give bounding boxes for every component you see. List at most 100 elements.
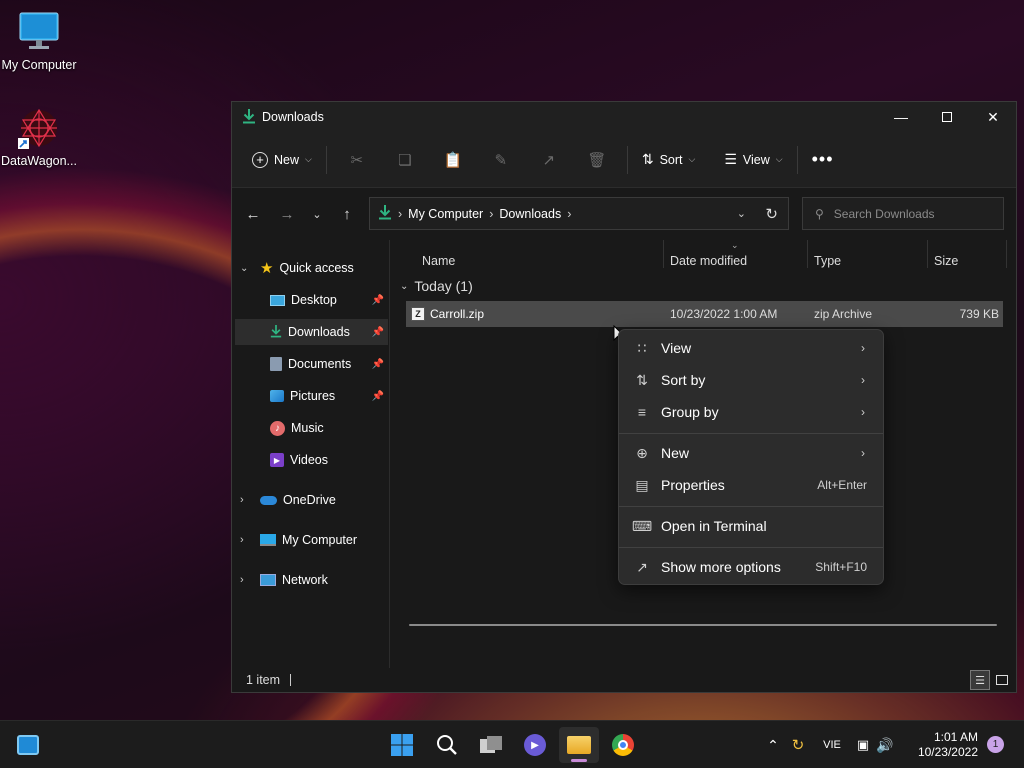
copy-icon[interactable]: ❏ — [381, 144, 429, 176]
pin-icon[interactable]: 📌 — [372, 359, 384, 370]
chrome-button[interactable] — [603, 727, 643, 763]
sort-label: Sort — [659, 152, 683, 167]
item-count: 1 item — [246, 673, 281, 687]
menu-item-shortcut: Shift+F10 — [815, 560, 867, 574]
column-header-type[interactable]: Type — [814, 254, 841, 268]
network-status-icon[interactable]: ▣ — [852, 737, 874, 753]
menu-item-open-in-terminal[interactable]: ⌨ Open in Terminal — [623, 511, 879, 541]
address-bar[interactable]: › My Computer › Downloads › ⌄ ↻ — [369, 197, 789, 230]
notification-count: 1 — [992, 739, 999, 750]
widgets-button[interactable] — [8, 727, 48, 763]
refresh-icon[interactable]: ↻ — [765, 205, 778, 223]
start-button[interactable] — [382, 727, 422, 763]
menu-item-view[interactable]: ∷ View › — [623, 333, 879, 363]
sidebar-item-label: Documents — [288, 357, 352, 371]
up-arrow-icon[interactable]: ↑ — [330, 199, 364, 229]
close-button[interactable]: ✕ — [970, 102, 1016, 132]
file-row[interactable]: Z Carroll.zip 10/23/2022 1:00 AM zip Arc… — [406, 301, 1003, 327]
menu-item-shortcut: Alt+Enter — [817, 478, 867, 492]
breadcrumb-downloads[interactable]: Downloads — [499, 207, 561, 221]
maximize-button[interactable] — [924, 102, 970, 132]
status-bar: 1 item ☰ — [232, 668, 1016, 692]
notification-badge[interactable]: 1 — [987, 736, 1004, 753]
menu-item-label: Properties — [661, 477, 725, 493]
clock[interactable]: 1:01 AM 10/23/2022 — [908, 730, 978, 760]
sidebar-item-label: OneDrive — [283, 493, 336, 507]
column-header-size[interactable]: Size — [934, 254, 958, 268]
toolbar-divider — [325, 145, 327, 174]
rename-icon[interactable]: ✎ — [477, 144, 525, 176]
new-label: New — [274, 152, 300, 167]
file-explorer-taskbar-button[interactable] — [559, 727, 599, 763]
back-arrow-icon[interactable]: ← — [236, 199, 270, 229]
volume-icon[interactable]: 🔊 — [874, 737, 896, 754]
forward-arrow-icon[interactable]: → — [270, 199, 304, 229]
pin-icon[interactable]: 📌 — [372, 327, 384, 338]
task-view-button[interactable] — [471, 727, 511, 763]
desktop-icon-my-computer[interactable]: My Computer — [0, 10, 78, 72]
menu-item-show-more-options[interactable]: ↗ Show more options Shift+F10 — [623, 552, 879, 582]
column-divider[interactable] — [663, 240, 664, 268]
horizontal-scrollbar[interactable] — [409, 624, 997, 626]
group-header[interactable]: ⌄ Today (1) — [400, 278, 473, 294]
menu-item-new[interactable]: ⊕ New › — [623, 438, 879, 468]
menu-item-sort-by[interactable]: ⇅ Sort by › — [623, 365, 879, 395]
view-list-icon: ☰ — [724, 151, 737, 167]
column-header-date-modified[interactable]: Date modified — [670, 254, 747, 268]
sync-icon[interactable]: ↻ — [784, 736, 812, 754]
more-options-button[interactable]: ••• — [804, 144, 842, 176]
pictures-icon — [270, 390, 284, 402]
sort-indicator-icon: ⌄ — [731, 240, 739, 250]
sort-button[interactable]: ⇅ Sort ⌵ — [634, 144, 704, 176]
column-divider[interactable] — [807, 240, 808, 268]
details-view-button[interactable]: ☰ — [970, 670, 990, 690]
paste-icon[interactable]: 📋 — [429, 144, 477, 176]
sidebar-item-documents[interactable]: Documents 📌 — [270, 351, 388, 377]
status-divider — [290, 674, 292, 686]
sidebar-item-music[interactable]: ♪ Music — [270, 415, 324, 441]
sort-icon: ⇅ — [636, 371, 648, 388]
search-box[interactable]: ⚲ Search Downloads — [802, 197, 1004, 230]
menu-item-properties[interactable]: ▤ Properties Alt+Enter — [623, 470, 879, 500]
minimize-button[interactable]: — — [878, 102, 924, 132]
sidebar-item-downloads[interactable]: Downloads 📌 — [235, 319, 388, 345]
clock-date: 10/23/2022 — [917, 745, 978, 759]
sidebar-item-label: Quick access — [279, 261, 354, 275]
breadcrumb-separator-icon: › — [489, 206, 494, 221]
column-divider[interactable] — [927, 240, 928, 268]
column-divider[interactable] — [1006, 240, 1007, 268]
address-history-chevron-icon[interactable]: ⌄ — [737, 207, 746, 220]
chevron-right-icon: › — [861, 446, 865, 460]
pin-icon[interactable]: 📌 — [372, 295, 384, 306]
tiles-view-button[interactable] — [992, 670, 1012, 690]
desktop-icon-datawagon[interactable]: DataWagon... — [0, 106, 78, 168]
music-icon: ♪ — [270, 420, 285, 436]
menu-divider — [619, 547, 883, 548]
widgets-icon — [17, 735, 39, 755]
sidebar-item-onedrive[interactable]: › OneDrive — [240, 487, 336, 513]
menu-item-group-by[interactable]: ≡ Group by › — [623, 397, 879, 427]
cloud-icon — [260, 495, 277, 505]
language-indicator[interactable]: VIE — [812, 739, 852, 751]
search-button[interactable] — [427, 727, 467, 763]
recent-locations-chevron-icon[interactable]: ⌄ — [304, 199, 330, 229]
sidebar-item-quick-access[interactable]: ⌄ ★ Quick access — [240, 255, 354, 281]
sidebar-item-my-computer[interactable]: › My Computer — [240, 527, 357, 553]
sort-icon: ⇅ — [641, 151, 654, 167]
cut-icon[interactable]: ✂ — [333, 144, 381, 176]
chat-button[interactable]: ▶ — [515, 727, 555, 763]
chevron-up-icon[interactable]: ⌃ — [762, 737, 784, 754]
new-button[interactable]: + New ⌵ — [244, 144, 320, 176]
sidebar-item-videos[interactable]: ▶ Videos — [270, 447, 328, 473]
download-icon — [270, 324, 282, 341]
sidebar-item-pictures[interactable]: Pictures 📌 — [270, 383, 388, 409]
delete-icon[interactable]: 🗑 — [573, 144, 621, 176]
breadcrumb-my-computer[interactable]: My Computer — [408, 207, 483, 221]
sidebar-item-desktop[interactable]: Desktop 📌 — [270, 287, 388, 313]
pin-icon[interactable]: 📌 — [372, 391, 384, 402]
view-button[interactable]: ☰ View ⌵ — [716, 144, 790, 176]
clock-time: 1:01 AM — [933, 730, 978, 744]
share-icon[interactable]: ↗ — [525, 144, 573, 176]
sidebar-item-network[interactable]: › Network — [240, 567, 328, 593]
column-header-name[interactable]: Name — [422, 254, 455, 268]
